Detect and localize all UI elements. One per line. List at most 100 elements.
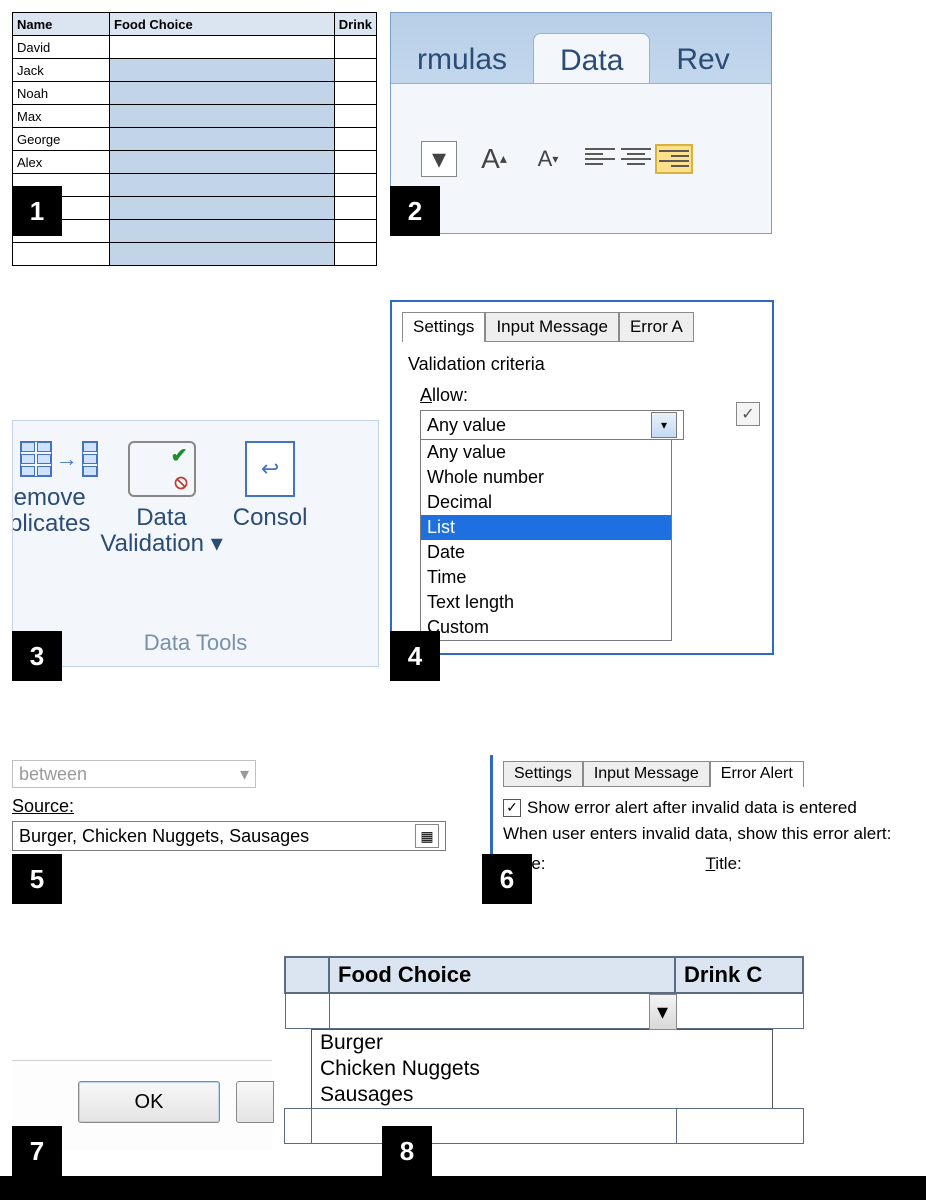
cell-drink[interactable] <box>334 59 376 82</box>
step6-error-alert: Settings Input Message Error Alert ✓ Sho… <box>490 755 926 884</box>
ribbon-group-label: Data Tools <box>13 630 378 656</box>
tab-input-message[interactable]: Input Message <box>583 761 710 787</box>
allow-option-selected[interactable]: List <box>421 515 671 540</box>
when-text: When user enters invalid data, show this… <box>503 824 926 844</box>
cell-name[interactable]: Jack <box>13 59 110 82</box>
cell-drink[interactable] <box>334 105 376 128</box>
result-table-below[interactable] <box>284 1108 804 1144</box>
cell-food[interactable] <box>110 174 335 197</box>
cell-name[interactable] <box>13 243 110 266</box>
allow-combobox[interactable]: Any value ▾ <box>420 410 684 440</box>
cell-food[interactable] <box>110 36 335 59</box>
cell-drink[interactable] <box>334 197 376 220</box>
food-option[interactable]: Burger <box>312 1030 772 1056</box>
names-table[interactable]: Name Food Choice Drink David Jack Noah M… <box>12 12 377 266</box>
remove-duplicates-button[interactable]: → emoveplicates <box>12 441 90 538</box>
food-cell[interactable] <box>312 1109 677 1144</box>
increase-font-icon[interactable]: A▴ <box>477 142 511 176</box>
consolidate-icon <box>245 441 295 497</box>
ok-button[interactable]: OK <box>78 1081 220 1123</box>
cell-food[interactable] <box>110 82 335 105</box>
tab-settings[interactable]: Settings <box>402 312 485 342</box>
step-badge-7: 7 <box>12 1126 62 1176</box>
food-option[interactable]: Chicken Nuggets <box>312 1056 772 1082</box>
allow-dropdown-list[interactable]: Any value Whole number Decimal List Date… <box>420 440 672 641</box>
result-table[interactable]: Food Choice Drink C ▾ <box>284 956 804 1029</box>
col-food[interactable]: Food Choice <box>110 13 335 36</box>
ignore-blank-checkbox[interactable]: ✓ <box>736 402 760 426</box>
col-drink[interactable]: Drink C <box>675 957 803 993</box>
tutorial-collage: Name Food Choice Drink David Jack Noah M… <box>0 0 926 1200</box>
cell-drink[interactable] <box>334 174 376 197</box>
cell-name[interactable]: David <box>13 36 110 59</box>
validation-label-2: Validation <box>100 530 204 557</box>
cell-food[interactable] <box>110 243 335 266</box>
cell-name[interactable]: Noah <box>13 82 110 105</box>
cell-name[interactable]: George <box>13 128 110 151</box>
allow-value: Any value <box>427 415 506 436</box>
cell-food[interactable] <box>110 197 335 220</box>
align-left-icon[interactable] <box>585 146 615 168</box>
align-right-icon[interactable] <box>657 146 691 172</box>
cell-drink[interactable] <box>334 36 376 59</box>
cell-drink[interactable] <box>334 243 376 266</box>
chevron-down-icon: ▾ <box>240 764 249 785</box>
align-center-icon[interactable] <box>621 146 651 168</box>
cell-food[interactable] <box>110 128 335 151</box>
col-name[interactable]: Name <box>13 13 110 36</box>
show-error-checkbox[interactable]: ✓ Show error alert after invalid data is… <box>503 798 857 818</box>
tab-input-message[interactable]: Input Message <box>485 312 619 342</box>
step-badge-3: 3 <box>12 631 62 681</box>
step8-result: Food Choice Drink C ▾ Burger Chicken Nug… <box>284 956 804 1144</box>
validation-criteria-label: Validation criteria <box>408 354 756 375</box>
duplicates-label: plicates <box>12 510 90 537</box>
food-option[interactable]: Sausages <box>312 1082 772 1108</box>
consolidate-button[interactable]: Consol <box>233 441 308 531</box>
allow-option[interactable]: Custom <box>421 615 671 640</box>
tab-formulas[interactable]: rmulas <box>391 33 533 90</box>
cell-food[interactable] <box>110 59 335 82</box>
cell-spacer[interactable] <box>285 1109 312 1144</box>
chevron-down-icon[interactable]: ▾ <box>651 412 677 438</box>
tab-settings[interactable]: Settings <box>503 761 583 787</box>
step-badge-5: 5 <box>12 854 62 904</box>
source-value: Burger, Chicken Nuggets, Sausages <box>19 826 309 847</box>
allow-option[interactable]: Time <box>421 565 671 590</box>
checkbox-icon: ✓ <box>503 799 521 817</box>
drink-cell[interactable] <box>675 993 803 1029</box>
tab-error-alert[interactable]: Error Alert <box>710 761 804 787</box>
cell-spacer[interactable] <box>285 993 329 1029</box>
dropdown-icon[interactable]: ▾ <box>421 141 457 177</box>
cell-dropdown-icon[interactable]: ▾ <box>649 994 677 1030</box>
cell-drink[interactable] <box>334 128 376 151</box>
allow-option[interactable]: Date <box>421 540 671 565</box>
tab-error-alert[interactable]: Error A <box>619 312 694 342</box>
drink-cell[interactable] <box>677 1109 804 1144</box>
cell-drink[interactable] <box>334 151 376 174</box>
source-input[interactable]: Burger, Chicken Nuggets, Sausages ▦ <box>12 821 446 851</box>
remove-duplicates-icon: → <box>20 441 80 477</box>
step3-data-tools: → emoveplicates DataValidation ▾ Consol … <box>12 420 379 667</box>
food-dropdown-list[interactable]: Burger Chicken Nuggets Sausages <box>311 1029 773 1109</box>
cell-food[interactable] <box>110 220 335 243</box>
cell-drink[interactable] <box>334 82 376 105</box>
cell-name[interactable]: Alex <box>13 151 110 174</box>
decrease-font-icon[interactable]: A▾ <box>531 142 565 176</box>
cell-food[interactable] <box>110 105 335 128</box>
food-cell-active[interactable]: ▾ <box>329 993 675 1029</box>
allow-option[interactable]: Whole number <box>421 465 671 490</box>
tab-data[interactable]: Data <box>533 33 650 90</box>
col-drink[interactable]: Drink <box>334 13 376 36</box>
col-food[interactable]: Food Choice <box>329 957 675 993</box>
cell-drink[interactable] <box>334 220 376 243</box>
allow-option[interactable]: Decimal <box>421 490 671 515</box>
dropdown-arrow-icon[interactable]: ▾ <box>211 530 223 557</box>
cancel-button-partial[interactable] <box>236 1081 274 1123</box>
range-picker-icon[interactable]: ▦ <box>415 824 439 848</box>
cell-name[interactable]: Max <box>13 105 110 128</box>
allow-option[interactable]: Text length <box>421 590 671 615</box>
allow-option[interactable]: Any value <box>421 440 671 465</box>
data-validation-button[interactable]: DataValidation ▾ <box>100 441 222 558</box>
cell-food[interactable] <box>110 151 335 174</box>
tab-review[interactable]: Rev <box>650 33 755 90</box>
